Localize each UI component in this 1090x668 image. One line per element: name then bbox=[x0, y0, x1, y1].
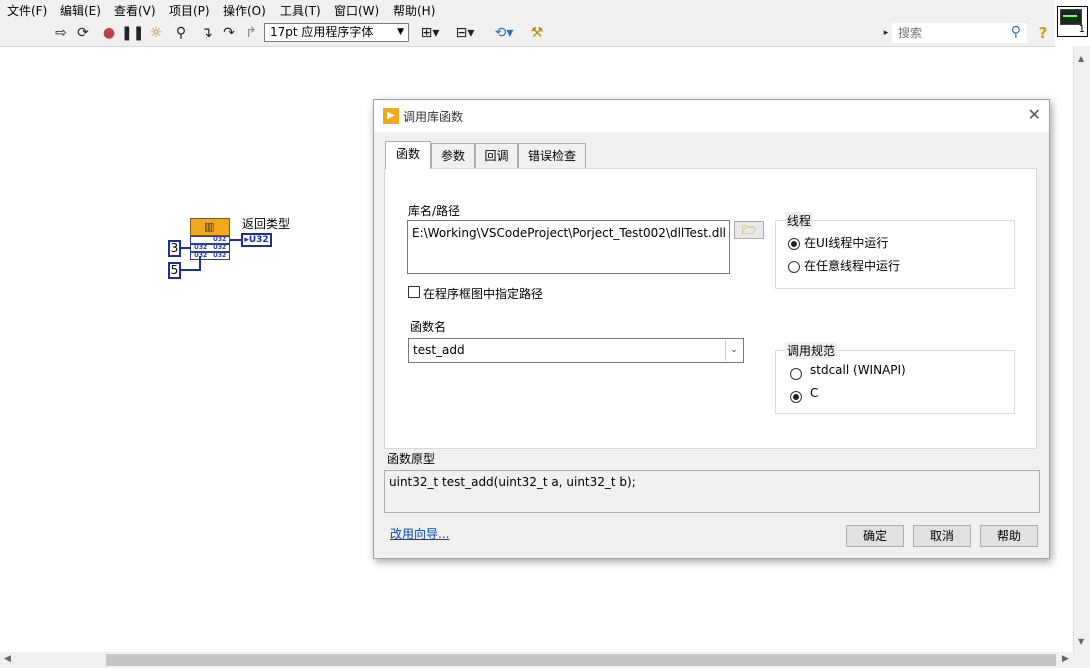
function-name-label: 函数名 bbox=[410, 320, 447, 334]
menu-operate[interactable]: 操作(O) bbox=[223, 2, 266, 19]
radio-any-thread-label: 在任意线程中运行 bbox=[804, 259, 901, 273]
param-b-terminal[interactable]: U32U32 bbox=[190, 252, 230, 260]
search-expand-icon[interactable]: ▸ bbox=[882, 24, 890, 42]
library-icon: ▥ bbox=[204, 220, 215, 233]
scroll-thumb[interactable] bbox=[106, 654, 1056, 666]
return-type-label: 返回类型 bbox=[242, 217, 291, 231]
tab-callbacks[interactable]: 回调 bbox=[475, 143, 518, 169]
tab-error-checking[interactable]: 错误检查 bbox=[518, 143, 586, 169]
align-icon[interactable]: ⊞▾ bbox=[418, 24, 442, 42]
radio-stdcall-label: stdcall (WINAPI) bbox=[810, 363, 906, 377]
labview-icon: ▶ bbox=[383, 108, 399, 124]
specify-path-label: 在程序框图中指定路径 bbox=[423, 287, 544, 301]
indicator-type: U32 bbox=[248, 235, 269, 245]
menu-view[interactable]: 查看(V) bbox=[114, 2, 156, 19]
font-select[interactable]: 17pt 应用程序字体 ▼ bbox=[264, 23, 409, 42]
radio-ui-thread-label: 在UI线程中运行 bbox=[804, 236, 889, 250]
menu-bar: 文件(F) 编辑(E) 查看(V) 项目(P) 操作(O) 工具(T) 窗口(W… bbox=[0, 0, 1055, 20]
vertical-scrollbar[interactable]: ▲ ▼ bbox=[1073, 46, 1090, 652]
constant-b[interactable]: 5 bbox=[168, 262, 181, 279]
menu-window[interactable]: 窗口(W) bbox=[334, 2, 379, 19]
cancel-button[interactable]: 取消 bbox=[913, 525, 971, 547]
radio-ui-thread[interactable] bbox=[788, 238, 800, 250]
param-a-terminal[interactable]: U32 U32 bbox=[190, 244, 230, 252]
tab-parameters[interactable]: 参数 bbox=[431, 143, 475, 169]
menu-tools[interactable]: 工具(T) bbox=[280, 2, 321, 19]
wizard-link[interactable]: 改用向导... bbox=[390, 525, 449, 542]
scroll-left-icon[interactable]: ◀ bbox=[4, 654, 11, 664]
menu-project[interactable]: 项目(P) bbox=[169, 2, 210, 19]
help-button[interactable]: 帮助 bbox=[980, 525, 1038, 547]
folder-icon: 🗁 bbox=[741, 223, 757, 237]
radio-c[interactable] bbox=[790, 391, 802, 403]
call-library-function-node[interactable]: ▥ U32 U32U32 U32U32 bbox=[190, 218, 230, 262]
step-over-icon[interactable]: ↷ bbox=[220, 24, 238, 42]
pause-icon[interactable]: ❚❚ bbox=[121, 24, 144, 42]
menu-help[interactable]: 帮助(H) bbox=[393, 2, 435, 19]
scroll-right-icon[interactable]: ▶ bbox=[1062, 654, 1069, 664]
ok-button[interactable]: 确定 bbox=[846, 525, 904, 547]
chevron-down-icon: ▼ bbox=[397, 27, 404, 37]
dialog-titlebar[interactable]: ▶ 调用库函数 ✕ bbox=[374, 100, 1049, 132]
distribute-icon[interactable]: ⊟▾ bbox=[452, 24, 478, 42]
wire-b[interactable] bbox=[181, 269, 201, 271]
terminal-type: U32 bbox=[213, 244, 227, 251]
menu-edit[interactable]: 编辑(E) bbox=[60, 2, 101, 19]
search-input[interactable] bbox=[892, 23, 1000, 43]
scroll-up-icon[interactable]: ▲ bbox=[1078, 54, 1084, 63]
wire-b-vertical[interactable] bbox=[199, 256, 201, 271]
calling-convention-group: 调用规范 bbox=[775, 342, 1015, 414]
terminal-type: U32 bbox=[194, 244, 208, 251]
calling-convention-title: 调用规范 bbox=[785, 342, 838, 359]
radio-any-thread[interactable] bbox=[788, 261, 800, 273]
chevron-down-icon: ⌄ bbox=[725, 340, 742, 361]
return-terminal[interactable]: U32 bbox=[190, 236, 230, 244]
return-indicator[interactable]: ▸U32 bbox=[241, 233, 272, 247]
retain-wire-values-icon[interactable]: ⚲ bbox=[172, 24, 190, 42]
thread-group: 线程 bbox=[775, 212, 1015, 289]
cleanup-diagram-icon[interactable]: ⚒ bbox=[526, 24, 548, 42]
radio-stdcall[interactable] bbox=[790, 368, 802, 380]
wire-a[interactable] bbox=[181, 247, 191, 249]
function-name-value: test_add bbox=[413, 343, 465, 357]
prototype-label: 函数原型 bbox=[387, 452, 436, 466]
close-icon[interactable]: ✕ bbox=[1028, 105, 1041, 124]
vi-icon[interactable]: 1 bbox=[1057, 6, 1088, 37]
font-select-value: 17pt 应用程序字体 bbox=[270, 25, 374, 39]
specify-path-checkbox[interactable] bbox=[408, 286, 420, 298]
run-continuous-icon[interactable]: ⟳ bbox=[74, 24, 92, 42]
terminal-type: U32 bbox=[213, 236, 227, 243]
library-path-field[interactable]: E:\Working\VSCodeProject\Porject_Test002… bbox=[407, 220, 730, 274]
call-library-dialog: ▶ 调用库函数 ✕ 函数 参数 回调 错误检查 库名/路径 E:\Working… bbox=[373, 99, 1050, 559]
run-arrow-icon[interactable]: ⇨ bbox=[52, 24, 70, 42]
dialog-title: 调用库函数 bbox=[403, 110, 464, 124]
radio-c-label: C bbox=[810, 386, 819, 400]
highlight-execution-icon[interactable]: ☼ bbox=[147, 24, 165, 42]
function-name-select[interactable]: test_add ⌄ bbox=[408, 338, 744, 363]
reorder-icon[interactable]: ⟲▾ bbox=[491, 24, 517, 42]
browse-button[interactable]: 🗁 bbox=[734, 221, 764, 239]
vi-icon-number: 1 bbox=[1078, 24, 1085, 35]
menu-file[interactable]: 文件(F) bbox=[7, 2, 47, 19]
step-into-icon[interactable]: ↴ bbox=[198, 24, 216, 42]
constant-a[interactable]: 3 bbox=[168, 240, 181, 257]
prototype-field: uint32_t test_add(uint32_t a, uint32_t b… bbox=[384, 470, 1040, 513]
help-icon[interactable]: ? bbox=[1035, 24, 1051, 42]
library-path-label: 库名/路径 bbox=[408, 204, 461, 218]
vi-icon-screen bbox=[1060, 9, 1082, 25]
search-box: ⚲ bbox=[892, 23, 1027, 43]
terminal-type: U32 bbox=[213, 252, 227, 259]
thread-group-title: 线程 bbox=[785, 212, 814, 229]
search-icon[interactable]: ⚲ bbox=[1011, 24, 1021, 40]
abort-icon[interactable]: ● bbox=[100, 24, 118, 42]
toolbar: ⇨ ⟳ ● ❚❚ ☼ ⚲ ↴ ↷ ↱ 17pt 应用程序字体 ▼ ⊞▾ ⊟▾ ⟲… bbox=[0, 20, 1055, 47]
step-out-icon[interactable]: ↱ bbox=[242, 24, 260, 42]
horizontal-scrollbar[interactable]: ◀ ▶ bbox=[0, 652, 1090, 668]
scroll-down-icon[interactable]: ▼ bbox=[1078, 637, 1084, 646]
tab-function[interactable]: 函数 bbox=[385, 141, 431, 169]
node-header: ▥ bbox=[190, 218, 230, 236]
